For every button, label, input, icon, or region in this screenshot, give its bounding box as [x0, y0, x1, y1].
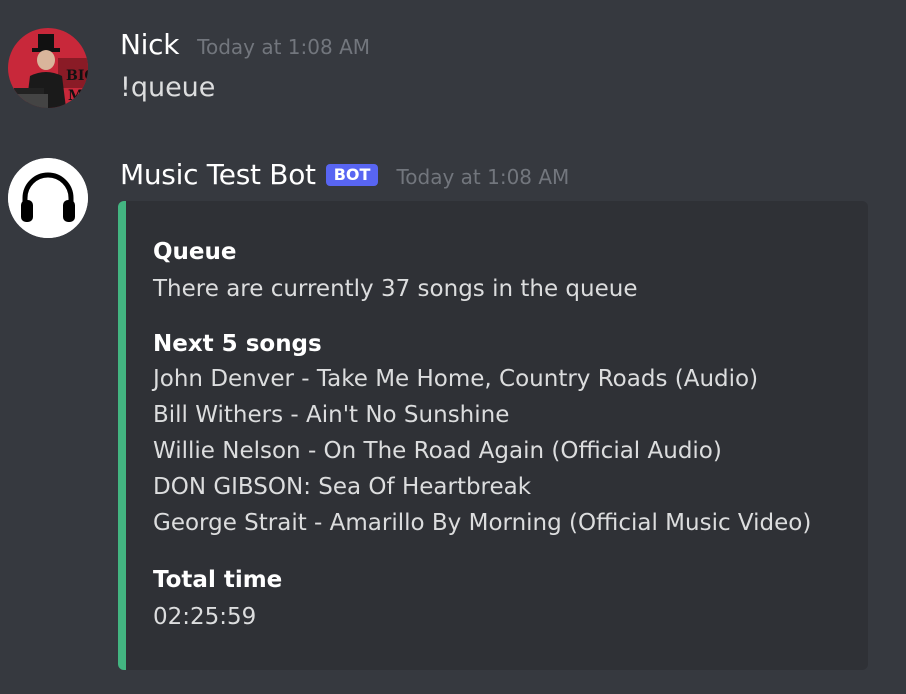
song-item: John Denver - Take Me Home, Country Road…	[153, 366, 759, 392]
message-timestamp: Today at 1:08 AM	[396, 165, 570, 189]
song-item: George Strait - Amarillo By Morning (Off…	[153, 510, 812, 536]
user-avatar[interactable]: BIG M	[8, 28, 88, 108]
field-value: There are currently 37 songs in the queu…	[153, 276, 638, 302]
field-value: 02:25:59	[153, 604, 257, 630]
field-title: Next 5 songs	[153, 331, 322, 357]
author-name[interactable]: Music Test Bot	[120, 158, 316, 191]
svg-text:BIG: BIG	[66, 68, 88, 84]
song-item: Willie Nelson - On The Road Again (Offic…	[153, 438, 722, 464]
author-name[interactable]: Nick	[120, 28, 179, 61]
song-list: John Denver - Take Me Home, Country Road…	[153, 361, 811, 541]
bot-badge: BOT	[325, 164, 379, 186]
message-timestamp: Today at 1:08 AM	[197, 35, 371, 59]
headphones-icon	[8, 158, 88, 238]
message-nick: BIG M Nick Today at 1:08 AM !queue	[0, 0, 906, 130]
queue-embed: Queue There are currently 37 songs in th…	[118, 201, 868, 670]
message-content: !queue	[120, 72, 216, 103]
embed-field-queue: Queue There are currently 37 songs in th…	[153, 237, 637, 307]
song-item: DON GIBSON: Sea Of Heartbreak	[153, 474, 532, 500]
embed-field-total-time: Total time 02:25:59	[153, 565, 282, 635]
field-title: Total time	[153, 567, 283, 593]
message-header: Nick Today at 1:08 AM	[120, 28, 370, 61]
embed-field-next-songs: Next 5 songs John Denver - Take Me Home,…	[153, 329, 811, 541]
user-avatar-image: BIG M	[8, 28, 88, 108]
bot-avatar[interactable]	[8, 158, 88, 238]
message-header: Music Test Bot BOT Today at 1:08 AM	[120, 158, 569, 191]
svg-text:M: M	[68, 88, 84, 104]
song-item: Bill Withers - Ain't No Sunshine	[153, 402, 510, 428]
field-title: Queue	[153, 239, 237, 265]
